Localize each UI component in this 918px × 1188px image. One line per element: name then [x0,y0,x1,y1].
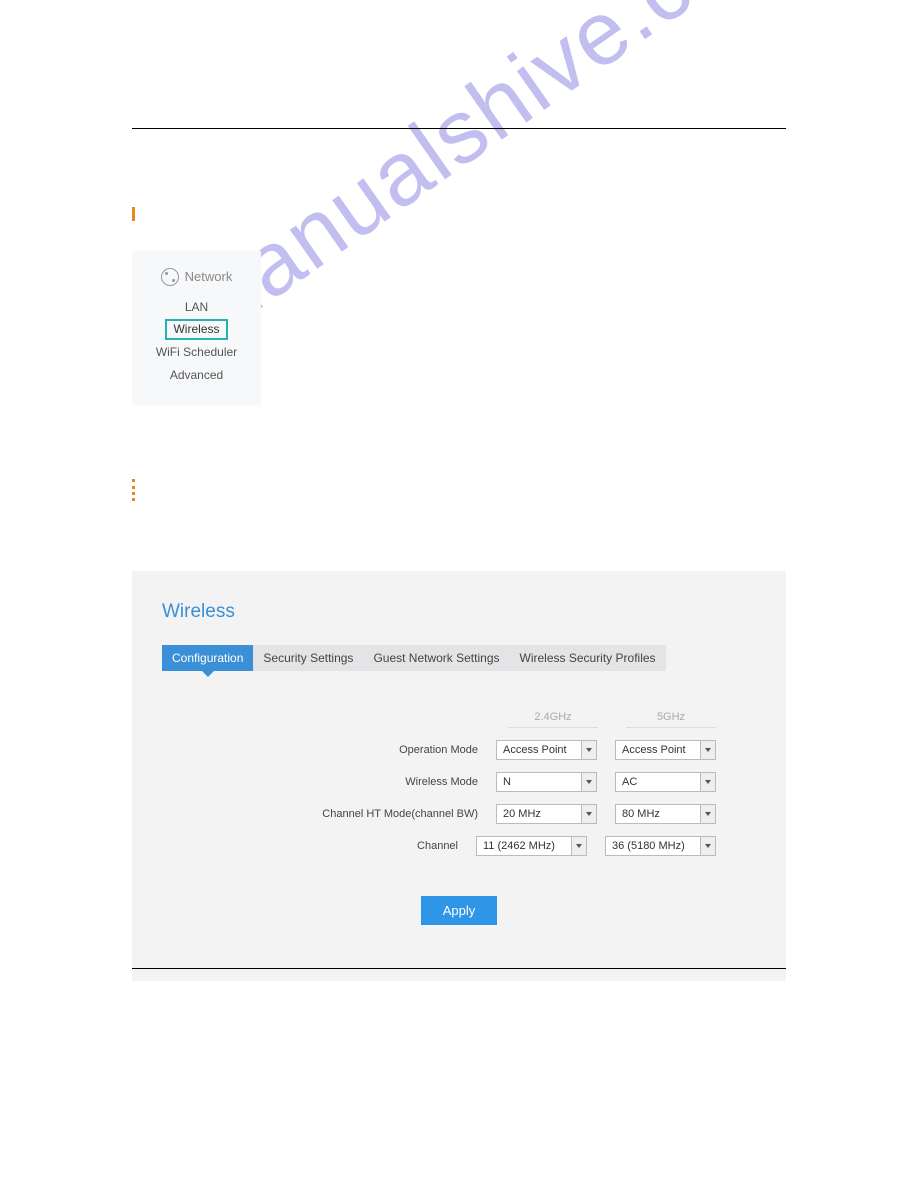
select-channel-ht-mode-channel-bw--5ghz[interactable]: 80 MHz [615,804,716,824]
nav-item-wireless[interactable]: Wireless [165,319,227,340]
network-nav-title: Network [185,265,233,290]
chevron-down-icon [700,805,715,823]
network-nav-widget: Network LANWirelessWiFi SchedulerAdvance… [132,251,261,405]
chevron-down-icon [700,837,715,855]
select-wireless-mode-5ghz[interactable]: AC [615,772,716,792]
wireless-config-grid: 2.4GHz 5GHz Operation Mode Access Point Ac… [162,711,756,856]
chevron-down-icon [571,837,586,855]
config-label: Operation Mode [162,744,478,756]
select-wireless-mode-24ghz[interactable]: N [496,772,597,792]
select-operation-mode-24ghz[interactable]: Access Point [496,740,597,760]
select-value: 11 (2462 MHz) [477,837,571,855]
network-nav-title-row: Network [132,265,261,290]
chevron-down-icon [581,805,596,823]
top-divider [132,128,786,129]
select-channel-24ghz[interactable]: 11 (2462 MHz) [476,836,587,856]
tab-wireless-security-profiles[interactable]: Wireless Security Profiles [510,645,666,671]
tab-security-settings[interactable]: Security Settings [253,645,363,671]
wireless-panel-title: Wireless [162,601,756,623]
wireless-tabs: ConfigurationSecurity SettingsGuest Netw… [162,645,756,671]
select-operation-mode-5ghz[interactable]: Access Point [615,740,716,760]
network-icon [161,268,179,286]
select-value: 80 MHz [616,805,700,823]
config-row: Operation Mode Access Point Access Point [162,740,756,760]
config-label: Channel [162,840,458,852]
chevron-down-icon [700,741,715,759]
config-row: Wireless Mode N AC [162,772,756,792]
select-channel-5ghz[interactable]: 36 (5180 MHz) [605,836,716,856]
bottom-divider [132,968,786,969]
step-marker-2 [132,479,786,501]
chevron-down-icon [581,741,596,759]
config-row: Channel 11 (2462 MHz) 36 (5180 MHz) [162,836,756,856]
select-channel-ht-mode-channel-bw--24ghz[interactable]: 20 MHz [496,804,597,824]
tab-guest-network-settings[interactable]: Guest Network Settings [363,645,509,671]
select-value: Access Point [616,741,700,759]
column-header-5ghz: 5GHz [626,711,716,728]
chevron-down-icon [581,773,596,791]
config-row: Channel HT Mode(channel BW) 20 MHz 80 MHz [162,804,756,824]
select-value: 20 MHz [497,805,581,823]
nav-item-advanced[interactable]: Advanced [132,364,261,387]
nav-item-lan[interactable]: LAN [132,296,261,319]
select-value: Access Point [497,741,581,759]
config-label: Channel HT Mode(channel BW) [162,808,478,820]
nav-item-wifi-scheduler[interactable]: WiFi Scheduler [132,341,261,364]
tab-configuration[interactable]: Configuration [162,645,253,671]
config-column-headers: 2.4GHz 5GHz [162,711,756,728]
wireless-panel: Wireless ConfigurationSecurity SettingsG… [132,571,786,981]
column-header-24ghz: 2.4GHz [508,711,598,728]
select-value: 36 (5180 MHz) [606,837,700,855]
select-value: N [497,773,581,791]
apply-button[interactable]: Apply [421,896,498,925]
chevron-down-icon [700,773,715,791]
config-label: Wireless Mode [162,776,478,788]
step-marker-1 [132,207,786,221]
select-value: AC [616,773,700,791]
